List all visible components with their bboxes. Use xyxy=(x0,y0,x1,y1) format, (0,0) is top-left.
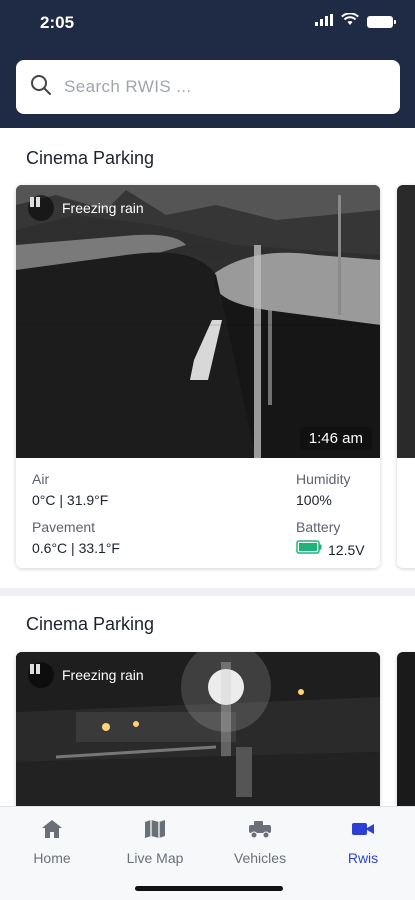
status-icons xyxy=(315,12,396,31)
signal-icon xyxy=(315,13,333,31)
battery-label: Battery xyxy=(296,519,341,535)
station-title: Cinema Parking xyxy=(26,148,155,168)
weather-badge: Freezing rain xyxy=(28,662,144,688)
weather-condition: Freezing rain xyxy=(62,200,144,216)
next-station-card-peek[interactable] xyxy=(397,185,415,568)
battery-reading: 12.5V xyxy=(296,540,365,559)
pavement-value: 0.6°C | 33.1°F xyxy=(32,540,120,556)
nav-rwis[interactable]: Rwis xyxy=(318,819,408,866)
nav-home[interactable]: Home xyxy=(7,819,97,866)
nav-vehicles[interactable]: Vehicles xyxy=(215,819,305,866)
weather-badge: Freezing rain xyxy=(28,195,144,221)
battery-icon xyxy=(296,540,322,559)
station-section: Cinema Parking xyxy=(0,596,415,806)
nav-live-map[interactable]: Live Map xyxy=(110,819,200,866)
camera-avatar-icon xyxy=(28,195,54,221)
camera-avatar-icon xyxy=(28,662,54,688)
humidity-value: 100% xyxy=(296,492,332,508)
search-input[interactable] xyxy=(64,77,364,97)
search-bar[interactable] xyxy=(16,60,400,114)
station-title: Cinema Parking xyxy=(26,614,155,634)
status-time: 2:05 xyxy=(40,13,75,32)
map-icon xyxy=(144,819,166,842)
search-icon xyxy=(30,74,52,101)
nav-label: Home xyxy=(33,850,71,866)
air-value: 0°C | 31.9°F xyxy=(32,492,109,508)
station-card[interactable]: Freezing rain xyxy=(16,652,380,806)
camera-image[interactable]: Freezing rain 1:46 am xyxy=(16,185,380,458)
weather-condition: Freezing rain xyxy=(62,667,144,683)
camera-timestamp: 1:46 am xyxy=(299,427,372,450)
next-station-card-peek[interactable] xyxy=(397,652,415,806)
home-indicator xyxy=(135,886,283,891)
home-icon xyxy=(41,819,63,842)
app-header: 2:05 xyxy=(0,0,415,128)
camera-image[interactable]: Freezing rain xyxy=(16,652,380,806)
nav-label: Live Map xyxy=(126,850,184,866)
battery-value: 12.5V xyxy=(328,541,365,558)
nav-label: Rwis xyxy=(347,850,379,866)
status-bar: 2:05 xyxy=(0,0,415,46)
video-camera-icon xyxy=(351,819,375,842)
station-card[interactable]: Freezing rain 1:46 am Air 0°C | 31.9°F H… xyxy=(16,185,380,568)
wifi-icon xyxy=(341,12,359,31)
station-list[interactable]: Cinema Parking Freezing rain 1:46 am Air… xyxy=(0,128,415,806)
truck-icon xyxy=(247,819,273,842)
air-label: Air xyxy=(32,471,50,487)
station-section: Cinema Parking xyxy=(0,128,415,588)
nav-label: Vehicles xyxy=(233,850,287,866)
battery-status-icon xyxy=(367,16,396,28)
humidity-label: Humidity xyxy=(296,471,351,487)
station-readings: Air 0°C | 31.9°F Humidity 100% Pavement … xyxy=(16,458,380,568)
pavement-label: Pavement xyxy=(32,519,96,535)
